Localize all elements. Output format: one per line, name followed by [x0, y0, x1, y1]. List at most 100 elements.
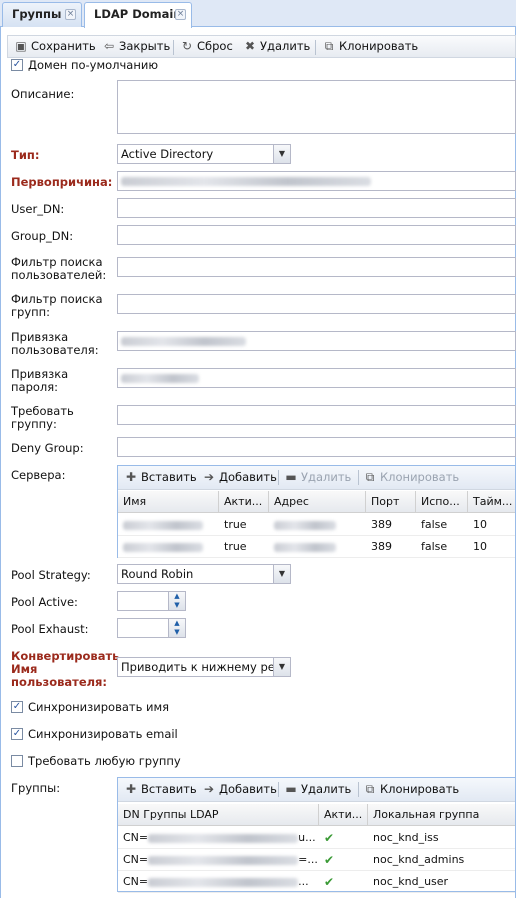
- pool-exhaust-field[interactable]: ▲ ▼: [117, 618, 186, 638]
- server-port: 389: [371, 518, 392, 531]
- table-row[interactable]: true 389 false 10: [118, 514, 515, 536]
- chevron-down-icon[interactable]: ▼: [273, 658, 290, 676]
- convert-username-combo[interactable]: Приводить к нижнему рег ▼: [117, 657, 291, 677]
- pool-active-field[interactable]: ▲ ▼: [117, 591, 186, 611]
- save-button[interactable]: ▣ Сохранить: [14, 38, 96, 56]
- checkmark-icon: ✔: [324, 853, 335, 867]
- column-header[interactable]: Порт: [366, 491, 416, 513]
- reset-icon: ↻: [181, 39, 193, 53]
- pool-strategy-combo[interactable]: Round Robin ▼: [117, 564, 291, 584]
- add-button[interactable]: ➔ Добавить: [202, 781, 277, 799]
- add-icon: ➔: [203, 470, 215, 484]
- password-bind-field[interactable]: [117, 368, 516, 388]
- toolbar-separator: [358, 470, 359, 485]
- add-button[interactable]: ➔ Добавить: [202, 469, 277, 487]
- group-dn-field[interactable]: [117, 225, 516, 245]
- table-row[interactable]: CN= u... ✔ noc_knd_iss: [118, 827, 515, 849]
- plus-icon: ✚: [125, 470, 137, 484]
- group-filter-field[interactable]: [117, 294, 516, 314]
- user-filter-field[interactable]: [117, 257, 516, 277]
- column-header[interactable]: Акти...: [319, 804, 368, 826]
- chevron-down-icon[interactable]: ▼: [273, 145, 290, 163]
- server-port: 389: [371, 540, 392, 553]
- tab-groups[interactable]: Группы ×: [2, 2, 82, 27]
- column-header[interactable]: DN Группы LDAP: [118, 804, 319, 826]
- require-any-group-checkbox[interactable]: [11, 755, 23, 767]
- delete-label: Удалить: [301, 470, 352, 484]
- chevron-down-icon[interactable]: ▼: [273, 565, 290, 583]
- group-local: noc_knd_user: [373, 875, 449, 888]
- insert-label: Вставить: [141, 470, 197, 484]
- description-textarea[interactable]: [117, 80, 516, 134]
- column-header[interactable]: Локальная группа: [368, 804, 516, 826]
- plus-icon: ✚: [125, 782, 137, 796]
- table-row[interactable]: CN= =... ✔ noc_knd_admins: [118, 849, 515, 871]
- save-label: Сохранить: [31, 39, 96, 53]
- clone-button[interactable]: ⧉ Клонировать: [322, 38, 418, 56]
- delete-button[interactable]: ▬ Удалить: [284, 781, 351, 799]
- groups-label: Группы:: [11, 781, 61, 795]
- insert-button[interactable]: ✚ Вставить: [124, 469, 197, 487]
- close-icon[interactable]: ×: [175, 9, 186, 20]
- column-header[interactable]: Акти...: [219, 491, 269, 513]
- toolbar-separator: [278, 782, 279, 797]
- insert-button[interactable]: ✚ Вставить: [124, 781, 197, 799]
- servers-label: Сервера:: [11, 468, 66, 482]
- group-dn: CN=...: [123, 875, 309, 888]
- insert-label: Вставить: [141, 782, 197, 796]
- column-header[interactable]: Имя: [118, 491, 219, 513]
- toolbar-separator: [315, 40, 316, 55]
- table-row[interactable]: CN=... ✔ noc_knd_user: [118, 871, 515, 893]
- delete-button[interactable]: ▬ Удалить: [284, 469, 351, 487]
- sync-name-checkbox[interactable]: ✓: [11, 701, 23, 713]
- type-value: Active Directory: [121, 147, 214, 161]
- pool-exhaust-label: Pool Exhaust:: [11, 622, 89, 636]
- column-header[interactable]: Адрес: [269, 491, 366, 513]
- toolbar-separator: [173, 40, 174, 55]
- user-filter-label: Фильтр поиска пользователей:: [11, 255, 107, 282]
- spinner-icon[interactable]: ▲ ▼: [168, 619, 185, 637]
- user-bind-field[interactable]: [117, 331, 516, 351]
- form-toolbar: ▣ Сохранить ⇦ Закрыть ↻ Сброс ✖ Удалить ⧉ Кло…: [7, 35, 516, 58]
- delete-button[interactable]: ✖ Удалить: [243, 38, 310, 56]
- group-local: noc_knd_iss: [373, 831, 439, 844]
- close-label: Закрыть: [119, 39, 171, 53]
- column-header[interactable]: Испо...: [416, 491, 468, 513]
- server-used: false: [421, 518, 448, 531]
- server-active: true: [224, 518, 247, 531]
- clone-button[interactable]: ⧉ Клонировать: [363, 781, 459, 799]
- clone-label: Клонировать: [339, 39, 419, 53]
- clone-icon: ⧉: [324, 39, 334, 53]
- description-label: Описание:: [11, 87, 75, 101]
- convert-username-label: Конвертировать Имя пользователя:: [11, 649, 120, 689]
- root-label: Первопричина:: [11, 175, 113, 189]
- clone-label: Клонировать: [380, 470, 460, 484]
- reset-button[interactable]: ↻ Сброс: [180, 38, 233, 56]
- deny-group-field[interactable]: [117, 437, 516, 457]
- tab-ldap-domain[interactable]: LDAP Domain ×: [84, 2, 192, 28]
- close-icon[interactable]: ×: [65, 9, 76, 20]
- default-domain-checkbox[interactable]: ✓: [11, 59, 23, 71]
- spinner-icon[interactable]: ▲ ▼: [168, 592, 185, 610]
- sync-email-checkbox[interactable]: ✓: [11, 728, 23, 740]
- user-dn-field[interactable]: [117, 198, 516, 218]
- column-header[interactable]: Тайм...: [468, 491, 516, 513]
- root-field[interactable]: [117, 171, 516, 191]
- type-combo[interactable]: Active Directory ▼: [117, 144, 291, 164]
- checkmark-icon: ✔: [324, 831, 335, 845]
- servers-grid-header: Имя Акти... Адрес Порт Испо... Тайм...: [118, 491, 515, 513]
- delete-label: Удалить: [301, 782, 352, 796]
- clone-button[interactable]: ⧉ Клонировать: [363, 469, 459, 487]
- pool-active-label: Pool Active:: [11, 595, 78, 609]
- table-row[interactable]: true 389 false 10: [118, 536, 515, 558]
- close-button[interactable]: ⇦ Закрыть: [102, 38, 170, 56]
- server-name: [118, 514, 219, 536]
- reset-label: Сброс: [197, 39, 233, 53]
- server-timeout: 10: [473, 518, 487, 531]
- groups-grid-header: DN Группы LDAP Акти... Локальная группа: [118, 804, 515, 826]
- server-name: [118, 536, 219, 558]
- groups-grid-toolbar: ✚ Вставить ➔ Добавить ▬ Удалить ⧉ Клонироват…: [118, 778, 515, 802]
- deny-group-label: Deny Group:: [11, 441, 84, 455]
- require-group-field[interactable]: [117, 405, 516, 425]
- server-timeout: 10: [473, 540, 487, 553]
